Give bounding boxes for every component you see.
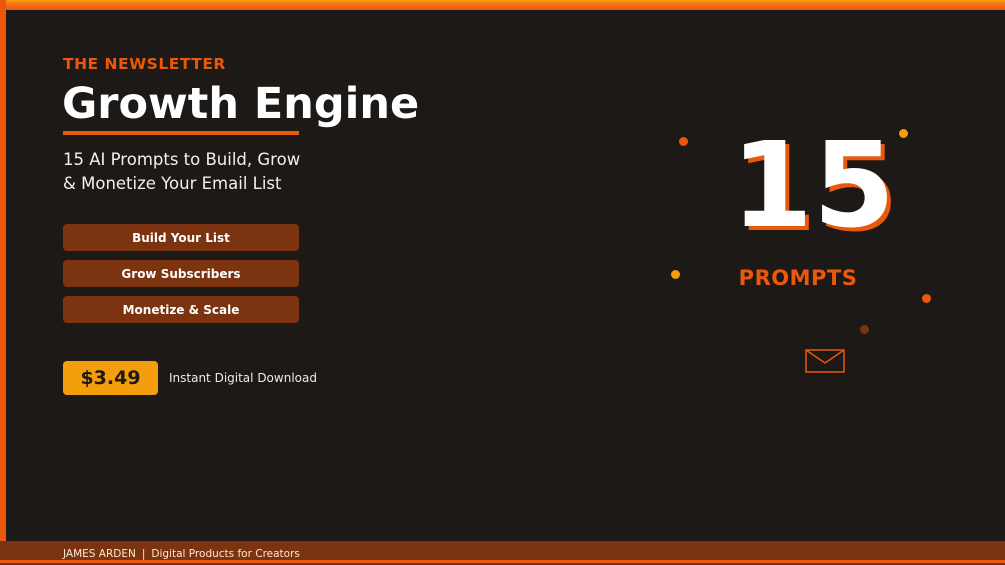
decor-dot: [671, 270, 680, 279]
decor-dot: [860, 325, 869, 334]
left-accent-bar: [0, 0, 6, 565]
prompt-count: 15: [730, 116, 896, 254]
price-badge[interactable]: $3.49: [63, 361, 158, 395]
top-accent-bar: [0, 0, 1005, 10]
decor-dot: [679, 137, 688, 146]
price-note: Instant Digital Download: [169, 371, 317, 385]
eyebrow-label: THE NEWSLETTER: [63, 55, 226, 73]
feature-pill-monetize-scale[interactable]: Monetize & Scale: [63, 296, 299, 323]
subtitle-line-1: 15 AI Prompts to Build, Grow: [63, 150, 301, 169]
decor-dot: [899, 129, 908, 138]
footer-accent-line: [0, 560, 1005, 563]
subtitle-line-2: & Monetize Your Email List: [63, 174, 282, 193]
decor-dot: [922, 294, 931, 303]
envelope-icon: [805, 349, 845, 373]
subtitle: 15 AI Prompts to Build, Grow & Monetize …: [63, 148, 363, 196]
title-underline: [63, 131, 299, 135]
feature-pill-build-list[interactable]: Build Your List: [63, 224, 299, 251]
page-title: Growth Engine: [62, 79, 420, 129]
footer-credit: JAMES ARDEN | Digital Products for Creator…: [63, 548, 300, 560]
feature-pill-grow-subscribers[interactable]: Grow Subscribers: [63, 260, 299, 287]
prompt-count-label: PROMPTS: [738, 266, 858, 290]
footer-tagline: Digital Products for Creators: [151, 548, 300, 560]
footer-author: JAMES ARDEN: [63, 548, 136, 560]
footer-separator: |: [141, 548, 146, 560]
